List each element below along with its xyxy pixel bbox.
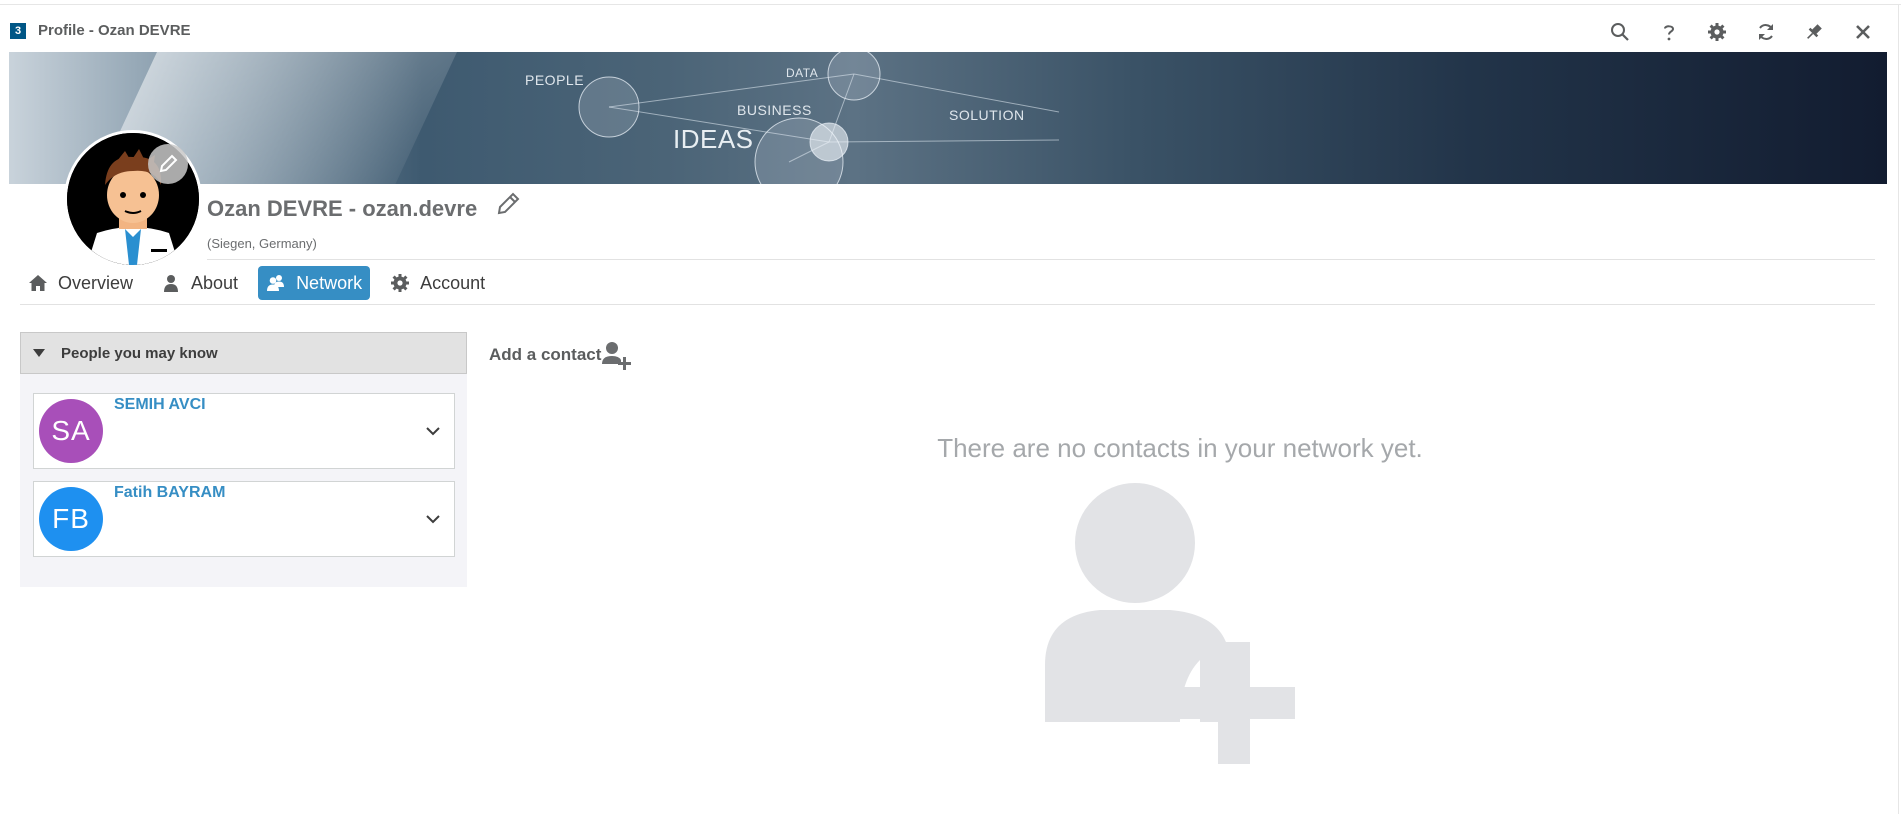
person-name-link[interactable]: SEMIH AVCI — [114, 396, 206, 414]
initials-avatar: FB — [39, 487, 103, 551]
gear-icon — [391, 274, 410, 292]
edit-avatar-button[interactable] — [148, 144, 188, 184]
help-button[interactable] — [1654, 17, 1684, 47]
chevron-down-icon[interactable] — [424, 422, 442, 440]
tab-label: About — [191, 272, 239, 293]
users-icon — [267, 275, 285, 291]
banner-word: DATA — [786, 66, 819, 80]
search-button[interactable] — [1605, 17, 1635, 47]
refresh-icon — [1759, 24, 1773, 40]
help-icon — [1664, 25, 1675, 41]
tab-label: Network — [296, 272, 363, 293]
close-icon — [1856, 25, 1870, 39]
caret-down-icon — [33, 349, 45, 357]
profile-tabs: Overview About Network Account — [20, 265, 505, 301]
tab-label: Overview — [58, 272, 134, 293]
initials-avatar: SA — [39, 399, 103, 463]
edit-name-pencil-icon[interactable] — [494, 190, 522, 218]
pin-button[interactable] — [1799, 17, 1829, 47]
tab-overview[interactable]: Overview — [20, 266, 141, 300]
suggestion-card[interactable]: SA SEMIH AVCI — [33, 393, 455, 469]
suggestion-card[interactable]: FB Fatih BAYRAM — [33, 481, 455, 557]
profile-name: Ozan DEVRE - ozan.devre — [207, 196, 478, 221]
refresh-button[interactable] — [1751, 17, 1781, 47]
banner-word: IDEAS — [673, 124, 754, 154]
profile-banner: PEOPLE DATA BUSINESS SOLUTION IDEAS — [9, 52, 1887, 184]
add-contact-label: Add a contact — [489, 345, 602, 364]
window-border-right — [1898, 4, 1899, 814]
user-icon — [164, 275, 179, 292]
search-icon — [1611, 23, 1629, 41]
empty-network-message: There are no contacts in your network ye… — [937, 433, 1423, 463]
gear-icon — [1708, 23, 1726, 41]
pencil-icon — [159, 154, 178, 173]
pin-icon — [1807, 24, 1822, 39]
window-title: Profile - Ozan DEVRE — [38, 22, 191, 39]
divider — [20, 304, 1875, 305]
panel-header-toggle[interactable]: People you may know — [20, 332, 467, 374]
divider — [207, 259, 1875, 260]
panel-title: People you may know — [61, 344, 218, 362]
settings-button[interactable] — [1702, 17, 1732, 47]
profile-window: 3 Profile - Ozan DEVRE PEOPLE DATA BUSIN… — [0, 0, 1901, 814]
tab-network[interactable]: Network — [258, 266, 371, 300]
title-bar: 3 Profile - Ozan DEVRE — [0, 5, 1898, 47]
add-contact-button[interactable]: Add a contact — [489, 338, 633, 372]
banner-network-graphic — [578, 52, 1060, 184]
people-you-may-know-panel: People you may know SA SEMIH AVCI FB Fat… — [20, 332, 467, 587]
3ds-compass-icon: 3 — [10, 23, 26, 39]
add-user-illustration-icon — [1045, 483, 1295, 764]
close-button[interactable] — [1848, 17, 1878, 47]
profile-location: (Siegen, Germany) — [207, 236, 317, 251]
tab-account[interactable]: Account — [382, 266, 493, 300]
banner-word: SOLUTION — [949, 107, 1025, 123]
chevron-down-icon[interactable] — [424, 510, 442, 528]
tab-about[interactable]: About — [153, 266, 246, 300]
home-icon — [29, 275, 47, 291]
banner-word: BUSINESS — [737, 102, 812, 118]
banner-word: PEOPLE — [525, 72, 585, 88]
tab-label: Account — [420, 272, 486, 293]
person-name-link[interactable]: Fatih BAYRAM — [114, 484, 225, 502]
add-user-icon — [602, 342, 632, 370]
